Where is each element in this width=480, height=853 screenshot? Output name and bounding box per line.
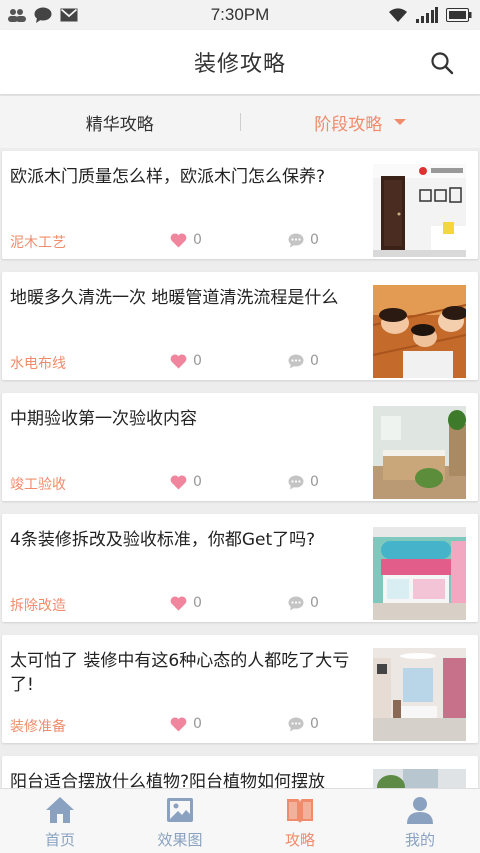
likes[interactable]: 0 <box>170 232 202 248</box>
book-icon <box>287 799 313 823</box>
article-thumbnail[interactable] <box>373 527 466 620</box>
battery-icon <box>446 8 472 22</box>
comment-icon <box>288 233 304 247</box>
heart-icon <box>170 595 187 610</box>
user-icon <box>407 797 433 824</box>
nav-profile[interactable]: 我的 <box>360 789 480 853</box>
article-meta: 拆除改造 0 0 <box>10 595 360 615</box>
comment-count: 0 <box>310 353 319 369</box>
like-count: 0 <box>193 474 202 490</box>
comment-count: 0 <box>310 232 319 248</box>
like-count: 0 <box>193 353 202 369</box>
like-count: 0 <box>193 716 202 732</box>
nav-gallery[interactable]: 效果图 <box>120 789 240 853</box>
article-thumbnail[interactable] <box>373 285 466 378</box>
status-indicators <box>352 7 472 23</box>
comment-icon <box>288 354 304 368</box>
dropdown-arrow-icon <box>394 119 407 125</box>
nav-label: 首页 <box>44 831 75 849</box>
nav-guides[interactable]: 攻略 <box>240 789 360 853</box>
bottom-nav: 首页 效果图 攻略 我的 <box>0 788 480 853</box>
comment-count: 0 <box>310 474 319 490</box>
heart-icon <box>170 232 187 247</box>
nav-label: 我的 <box>404 831 435 849</box>
article-meta: 水电布线 0 0 <box>10 353 360 373</box>
app-header: 装修攻略 <box>0 30 480 95</box>
article-meta: 泥木工艺 0 0 <box>10 232 360 252</box>
heart-icon <box>170 353 187 368</box>
comment-count: 0 <box>310 716 319 732</box>
article-title: 中期验收第一次验收内容 <box>10 409 197 429</box>
comment-icon <box>288 475 304 489</box>
comment-count: 0 <box>310 595 319 611</box>
article-card[interactable]: 地暖多久清洗一次 地暖管道清洗流程是什么 水电布线 0 0 <box>2 272 478 380</box>
nav-label: 效果图 <box>157 831 203 849</box>
tab-essential-guides[interactable]: 精华攻略 <box>0 96 240 148</box>
like-count: 0 <box>193 595 202 611</box>
article-title: 4条装修拆改及验收标准，你都Get了吗? <box>10 530 316 550</box>
home-icon <box>46 797 74 823</box>
article-title: 地暖多久清洗一次 地暖管道清洗流程是什么 <box>10 288 339 308</box>
comments[interactable]: 0 <box>288 474 319 490</box>
nav-label: 攻略 <box>284 831 315 849</box>
chat-bubble-icon <box>34 7 52 23</box>
article-tag[interactable]: 泥木工艺 <box>10 232 66 252</box>
page-title: 装修攻略 <box>193 52 286 77</box>
like-count: 0 <box>193 232 202 248</box>
tab-label: 精华攻略 <box>85 114 154 135</box>
article-card[interactable]: 中期验收第一次验收内容 竣工验收 0 0 <box>2 393 478 501</box>
article-title: 太可怕了 装修中有这6种心态的人都吃了大亏了! <box>10 651 350 695</box>
comments[interactable]: 0 <box>288 353 319 369</box>
article-tag[interactable]: 水电布线 <box>10 353 66 373</box>
picture-icon <box>167 798 193 822</box>
status-notifications <box>8 7 128 23</box>
tab-label: 阶段攻略 <box>314 114 383 135</box>
nav-home[interactable]: 首页 <box>0 789 120 853</box>
article-thumbnail[interactable] <box>373 406 466 499</box>
article-meta: 竣工验收 0 0 <box>10 474 360 494</box>
heart-icon <box>170 474 187 489</box>
article-tag[interactable]: 竣工验收 <box>10 474 66 494</box>
article-tag[interactable]: 拆除改造 <box>10 595 66 615</box>
article-thumbnail[interactable] <box>373 769 466 788</box>
heart-icon <box>170 716 187 731</box>
tab-stage-guides[interactable]: 阶段攻略 <box>241 96 480 148</box>
article-list[interactable]: 欧派木门质量怎么样，欧派木门怎么保养? 泥木工艺 0 0 地暖多久清洗一次 地暖… <box>0 148 480 788</box>
article-card[interactable]: 欧派木门质量怎么样，欧派木门怎么保养? 泥木工艺 0 0 <box>2 151 478 259</box>
comments[interactable]: 0 <box>288 716 319 732</box>
article-meta: 装修准备 0 0 <box>10 716 360 736</box>
article-card[interactable]: 4条装修拆改及验收标准，你都Get了吗? 拆除改造 0 0 <box>2 514 478 622</box>
status-bar: 7:30PM <box>0 0 480 30</box>
likes[interactable]: 0 <box>170 716 202 732</box>
search-icon[interactable] <box>430 51 454 75</box>
article-tag[interactable]: 装修准备 <box>10 716 66 736</box>
comment-icon <box>288 596 304 610</box>
signal-icon <box>416 7 438 23</box>
mail-icon <box>60 8 78 22</box>
comment-icon <box>288 717 304 731</box>
article-thumbnail[interactable] <box>373 164 466 257</box>
likes[interactable]: 0 <box>170 595 202 611</box>
article-card[interactable]: 太可怕了 装修中有这6种心态的人都吃了大亏了! 装修准备 0 0 <box>2 635 478 743</box>
article-title: 欧派木门质量怎么样，欧派木门怎么保养? <box>10 167 326 187</box>
wifi-icon <box>388 7 408 23</box>
article-thumbnail[interactable] <box>373 648 466 741</box>
likes[interactable]: 0 <box>170 474 202 490</box>
likes[interactable]: 0 <box>170 353 202 369</box>
article-title: 阳台适合摆放什么植物?阳台植物如何摆放 <box>10 772 326 788</box>
comments[interactable]: 0 <box>288 595 319 611</box>
comments[interactable]: 0 <box>288 232 319 248</box>
status-time: 7:30PM <box>210 5 270 24</box>
article-card[interactable]: 阳台适合摆放什么植物?阳台植物如何摆放 <box>2 756 478 788</box>
contacts-icon <box>8 8 26 22</box>
category-tabs: 精华攻略 阶段攻略 <box>0 96 480 148</box>
